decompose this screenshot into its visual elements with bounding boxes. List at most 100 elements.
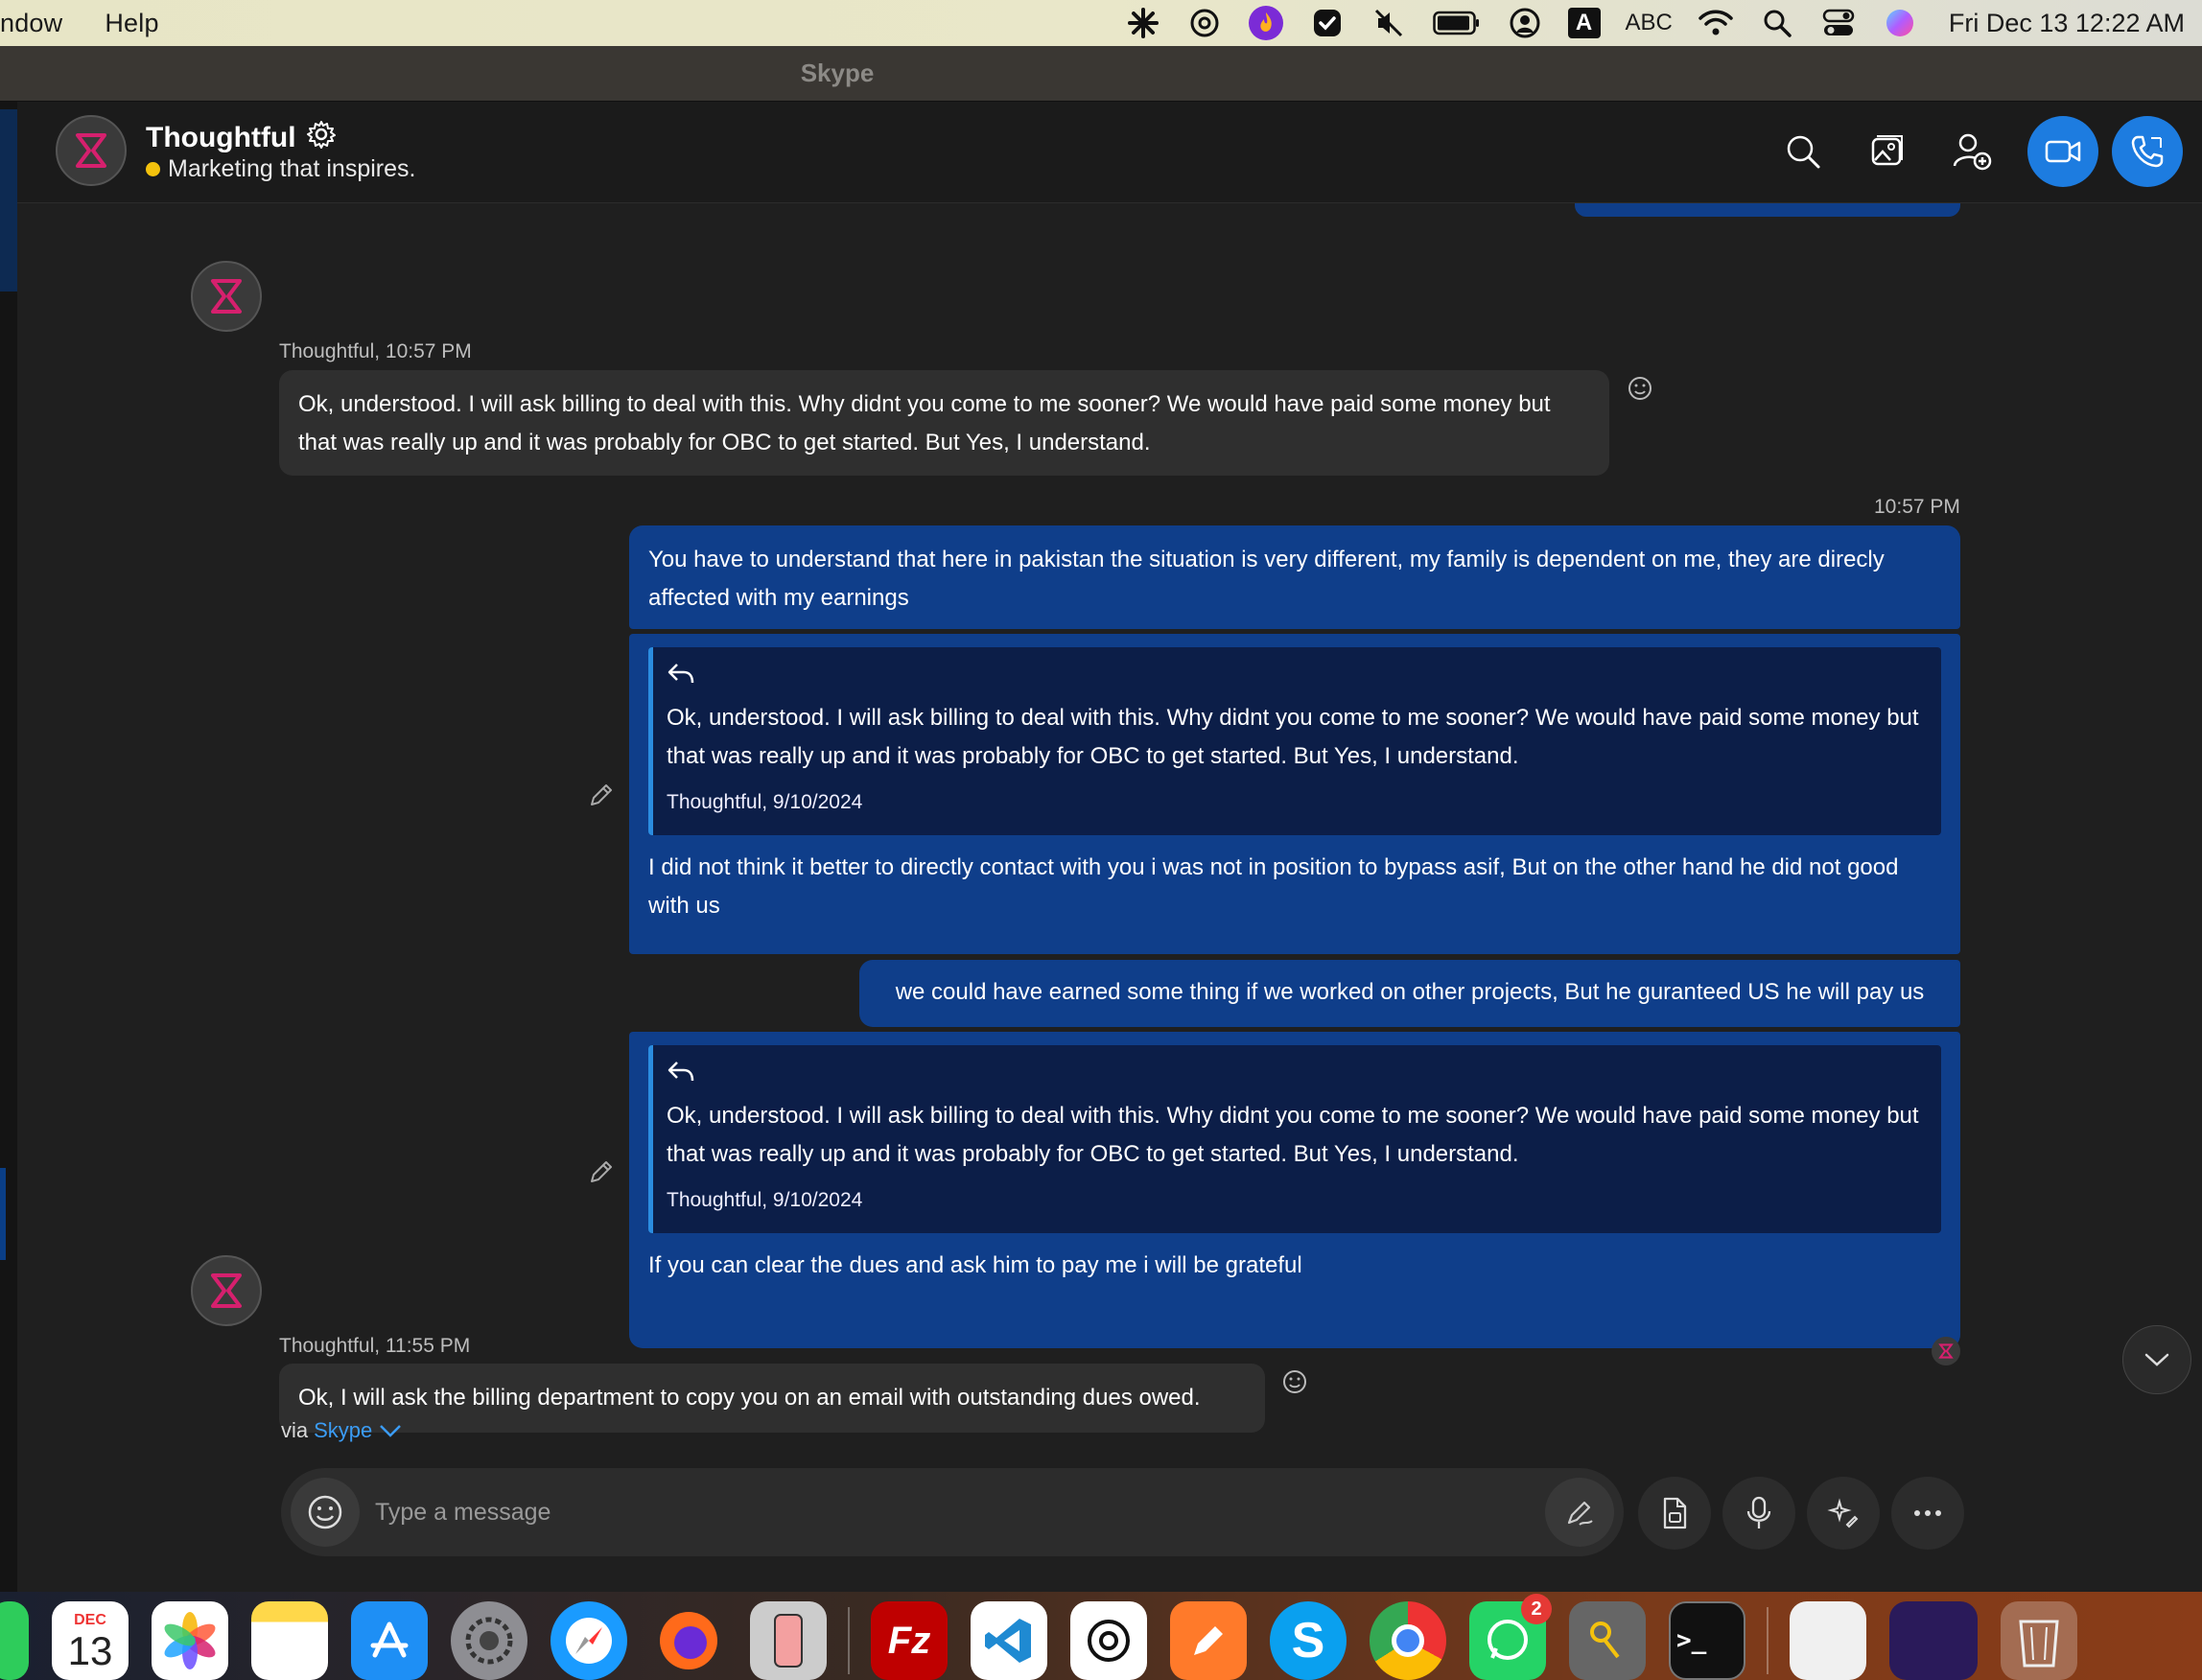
dock-skype[interactable]: S	[1270, 1601, 1347, 1680]
input-source-icon[interactable]: A	[1567, 8, 1601, 38]
chevron-down-icon	[380, 1425, 402, 1437]
quoted-message[interactable]: Ok, understood. I will ask billing to de…	[648, 1045, 1941, 1233]
previous-message-tail[interactable]	[1575, 203, 1960, 217]
message-input[interactable]	[375, 1498, 1545, 1527]
settings-gear-icon	[465, 1617, 513, 1665]
format-text-button[interactable]	[1545, 1478, 1614, 1547]
contact-name[interactable]: Thoughtful	[146, 122, 296, 154]
status-text: Marketing that inspires.	[168, 155, 416, 182]
add-reaction-button[interactable]	[1626, 374, 1654, 403]
compass-icon	[566, 1618, 612, 1664]
dock-iphone-mirroring[interactable]	[750, 1601, 827, 1680]
file-icon	[1663, 1497, 1687, 1529]
dock-filezilla[interactable]: Fz	[871, 1601, 948, 1680]
add-reaction-button[interactable]	[1280, 1367, 1309, 1396]
sidebar-edge	[0, 102, 17, 1592]
status-tray: A ABC Fri Dec 13 12:22 AM	[1125, 0, 2185, 46]
incoming-message[interactable]: Ok, understood. I will ask billing to de…	[279, 370, 1609, 476]
outgoing-message[interactable]: we could have earned some thing if we wo…	[859, 960, 1960, 1027]
outgoing-message[interactable]: You have to understand that here in paki…	[629, 525, 1960, 629]
battery-icon[interactable]	[1432, 5, 1482, 41]
share-file-button[interactable]	[1638, 1477, 1711, 1550]
via-service[interactable]: Skype	[314, 1418, 372, 1443]
more-options-button[interactable]	[1891, 1477, 1964, 1550]
dock-notes[interactable]	[251, 1601, 328, 1680]
chatgpt-tray-icon[interactable]	[1186, 5, 1223, 41]
message-list[interactable]: Thoughtful, 10:57 PM Ok, understood. I w…	[17, 203, 2202, 1450]
dock-app-store[interactable]	[351, 1601, 428, 1680]
spotlight-search-icon[interactable]	[1759, 5, 1795, 41]
audio-call-button[interactable]	[2112, 116, 2183, 187]
emoji-button[interactable]	[291, 1478, 360, 1547]
dock-screenshot-folder[interactable]	[1889, 1601, 1978, 1680]
message-text: If you can clear the dues and ask him to…	[648, 1252, 1302, 1278]
dock-pen-app[interactable]	[1170, 1601, 1247, 1680]
dock-chatgpt[interactable]	[1070, 1601, 1147, 1680]
dock-whatsapp[interactable]: 2	[1469, 1594, 1552, 1680]
menu-window[interactable]: ndow	[0, 9, 62, 38]
sparkle-icon[interactable]	[1125, 5, 1161, 41]
dock-facetime[interactable]	[0, 1601, 29, 1680]
edit-message-button[interactable]	[587, 781, 616, 809]
dock-certificate-document[interactable]	[1790, 1601, 1866, 1680]
quote-meta: Thoughtful, 9/10/2024	[667, 791, 863, 813]
wifi-icon[interactable]	[1698, 5, 1734, 41]
dock-safari[interactable]	[550, 1601, 627, 1680]
microphone-icon	[1746, 1496, 1771, 1528]
edit-message-button[interactable]	[587, 1157, 616, 1186]
search-button[interactable]	[1761, 115, 1845, 188]
siri-icon[interactable]	[1882, 5, 1918, 41]
pen-icon	[1194, 1626, 1223, 1655]
sender-avatar[interactable]	[191, 1255, 262, 1326]
skype-window: Thoughtful Marketing that inspires. Thou…	[0, 102, 2202, 1592]
add-people-button[interactable]	[1930, 115, 2014, 188]
user-account-icon[interactable]	[1507, 5, 1543, 41]
smiley-icon	[1283, 1370, 1306, 1393]
menu-clock[interactable]: Fri Dec 13 12:22 AM	[1949, 9, 2185, 38]
contact-avatar[interactable]	[56, 115, 127, 186]
gallery-button[interactable]	[1845, 115, 1930, 188]
checkmark-tray-icon[interactable]	[1309, 5, 1346, 41]
ai-assist-button[interactable]	[1807, 1477, 1880, 1550]
dock-system-settings[interactable]	[451, 1601, 527, 1680]
dock-photos[interactable]	[152, 1601, 228, 1680]
incoming-message[interactable]: Ok, I will ask the billing department to…	[279, 1364, 1265, 1433]
header-actions	[1761, 115, 2183, 188]
video-camera-icon	[2045, 140, 2081, 163]
menu-help[interactable]: Help	[105, 9, 158, 38]
dock-calendar[interactable]: DEC 13	[52, 1601, 129, 1680]
dock-firefox[interactable]	[650, 1601, 727, 1680]
dock-terminal[interactable]: >_	[1669, 1601, 1745, 1680]
control-center-icon[interactable]	[1820, 5, 1857, 41]
sidebar-selected-highlight	[0, 109, 17, 292]
keys-icon	[1590, 1622, 1620, 1659]
add-person-icon	[1953, 133, 1992, 171]
flame-app-icon[interactable]	[1248, 5, 1284, 41]
phone-device-icon	[774, 1614, 803, 1668]
message-text: we could have earned some thing if we wo…	[895, 979, 1925, 1005]
scroll-to-bottom-button[interactable]	[2122, 1325, 2191, 1394]
gear-icon[interactable]	[306, 119, 337, 157]
quoted-message[interactable]: Ok, understood. I will ask billing to de…	[648, 647, 1941, 835]
pencil-icon	[591, 1161, 612, 1182]
outgoing-message-with-quote[interactable]: Ok, understood. I will ask billing to de…	[629, 634, 1960, 954]
window-title: Skype	[800, 58, 875, 87]
keyboard-layout-label[interactable]: ABC	[1626, 10, 1673, 36]
vscode-icon	[985, 1619, 1031, 1663]
dock-keychain[interactable]	[1569, 1601, 1646, 1680]
quote-text: Ok, understood. I will ask billing to de…	[667, 1103, 1919, 1167]
dock-trash[interactable]	[2001, 1601, 2077, 1680]
firefox-icon	[660, 1612, 717, 1669]
sender-avatar[interactable]	[191, 261, 262, 332]
dock-vscode[interactable]	[971, 1601, 1047, 1680]
outgoing-message-with-quote[interactable]: Ok, understood. I will ask billing to de…	[629, 1032, 1960, 1348]
send-via-selector[interactable]: via Skype	[281, 1418, 403, 1443]
pencil-icon	[591, 784, 612, 805]
video-call-button[interactable]	[2027, 116, 2098, 187]
macos-menu-bar: ndow Help A ABC Fri Dec 13 12:22 AM	[0, 0, 2202, 46]
contact-name-row[interactable]: Thoughtful	[146, 119, 337, 157]
mute-icon[interactable]	[1370, 5, 1407, 41]
smiley-icon	[308, 1495, 342, 1529]
voice-message-button[interactable]	[1722, 1477, 1795, 1550]
dock-chrome[interactable]	[1370, 1601, 1446, 1680]
